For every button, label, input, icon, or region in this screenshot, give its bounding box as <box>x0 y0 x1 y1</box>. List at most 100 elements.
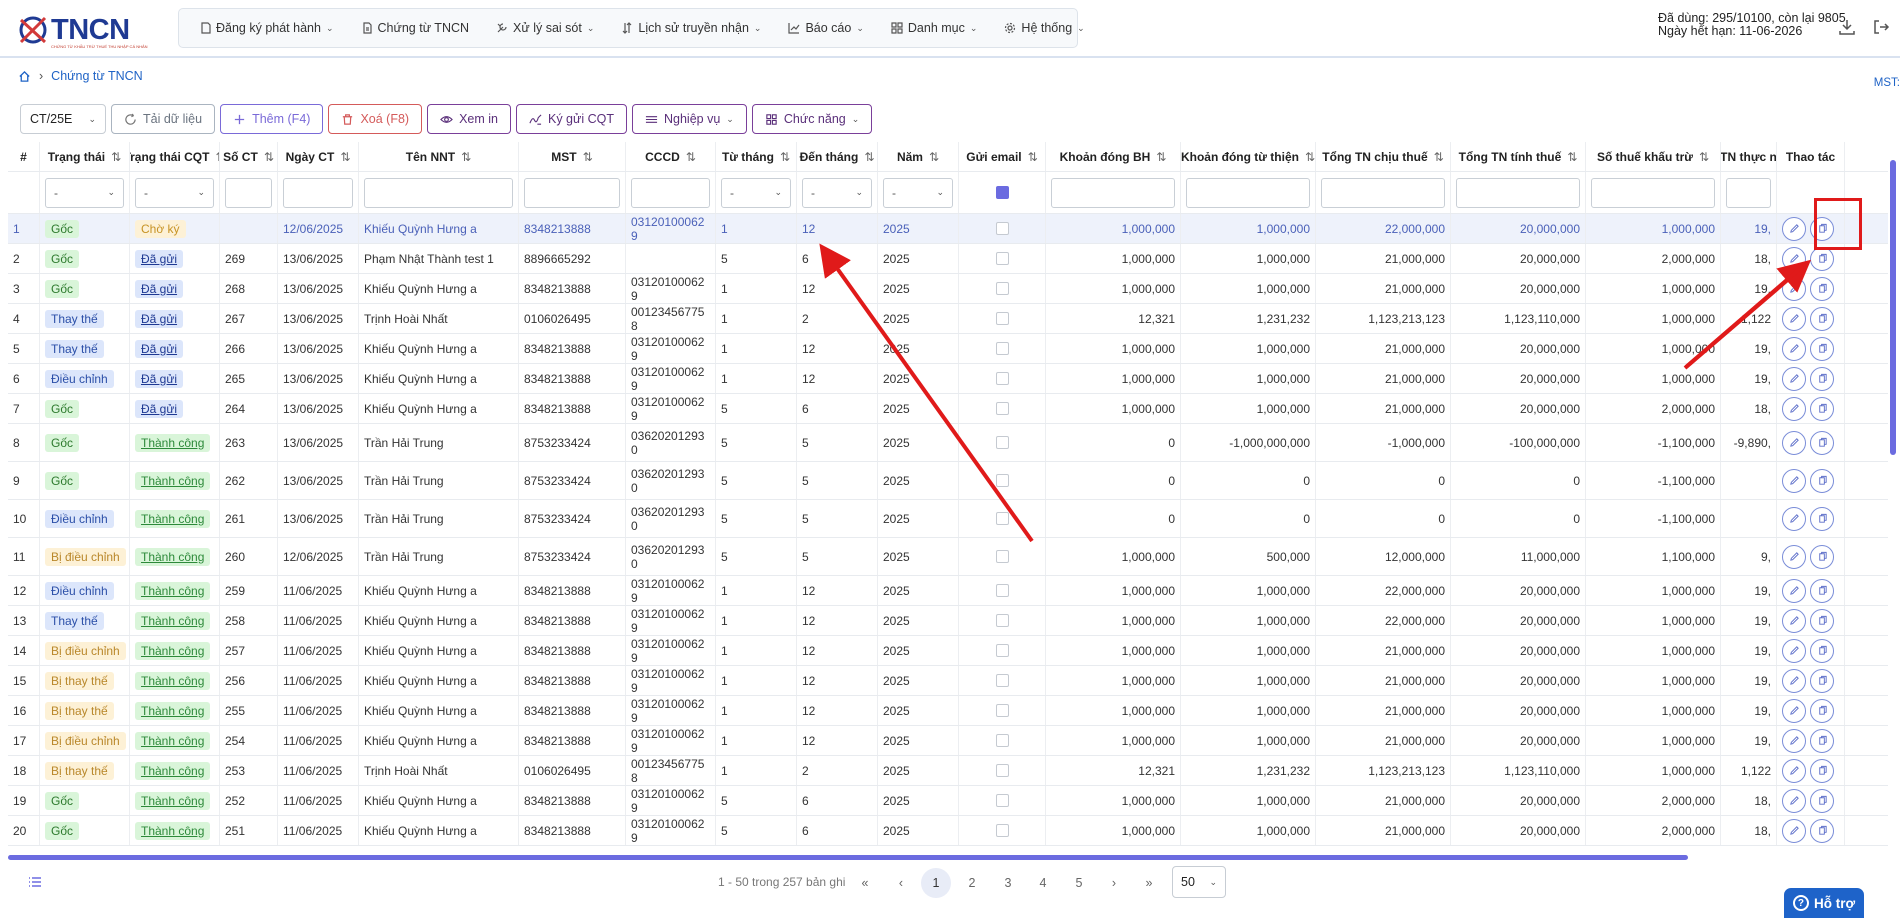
page-size-select[interactable]: 50 ⌄ <box>1172 866 1226 898</box>
copy-button[interactable] <box>1810 668 1834 693</box>
edit-button[interactable] <box>1782 698 1806 723</box>
edit-button[interactable] <box>1782 276 1806 301</box>
nav-item-1[interactable]: Chứng từ TNCN <box>361 21 469 35</box>
column-header[interactable]: # <box>8 142 40 171</box>
app-logo[interactable]: TNCN CHỨNG TỪ KHẤU TRỪ THUẾ THU NHẬP CÁ … <box>17 12 148 49</box>
row-email-checkbox[interactable] <box>995 550 1009 563</box>
table-row[interactable]: 14 Bị điều chỉnh Thành công 257 11/06/2025 Kh… <box>8 636 1888 666</box>
row-email-checkbox[interactable] <box>995 282 1009 295</box>
table-row[interactable]: 18 Bị thay thế Thành công 253 11/06/2025 Trịn… <box>8 756 1888 786</box>
row-email-checkbox[interactable] <box>995 372 1009 385</box>
copy-button[interactable] <box>1810 306 1834 331</box>
page-1-button[interactable]: 1 <box>921 868 951 898</box>
column-header[interactable]: TN thực n <box>1721 142 1777 171</box>
nav-item-6[interactable]: Hệ thống ⌄ <box>1004 21 1085 35</box>
sort-icon[interactable]: ⇅ <box>780 150 790 164</box>
page-4-button[interactable]: 4 <box>1028 868 1058 898</box>
print-preview-button[interactable]: Xem in <box>427 104 511 134</box>
functions-menu-button[interactable]: Chức năng ⌄ <box>751 104 873 134</box>
page-3-button[interactable]: 3 <box>993 868 1023 898</box>
table-row[interactable]: 8 Gốc Thành công 263 13/06/2025 Trần Hải Trun… <box>8 424 1888 462</box>
status-badge[interactable]: Thành công <box>135 671 211 690</box>
edit-button[interactable] <box>1782 306 1806 331</box>
copy-button[interactable] <box>1810 698 1834 723</box>
nav-item-5[interactable]: Danh mục ⌄ <box>891 21 977 35</box>
nav-item-0[interactable]: Đăng ký phát hành ⌄ <box>199 21 334 35</box>
table-row[interactable]: 11 Bị điều chỉnh Thành công 260 12/06/2025 Tr… <box>8 538 1888 576</box>
home-icon[interactable] <box>18 70 31 83</box>
filter-select[interactable]: - ⌄ <box>883 177 953 208</box>
status-badge[interactable]: Thành công <box>135 547 211 566</box>
copy-button[interactable] <box>1810 468 1834 493</box>
status-badge[interactable]: Thành công <box>135 581 211 600</box>
vertical-scrollbar[interactable] <box>1890 160 1896 455</box>
table-row[interactable]: 10 Điều chỉnh Thành công 261 13/06/2025 Trần … <box>8 500 1888 538</box>
column-header[interactable]: Trạng thái ⇅ <box>40 142 130 171</box>
table-row[interactable]: 17 Bị điều chỉnh Thành công 254 11/06/2025 Kh… <box>8 726 1888 756</box>
row-email-checkbox[interactable] <box>995 704 1009 717</box>
first-page-button[interactable]: « <box>850 868 880 898</box>
copy-button[interactable] <box>1810 608 1834 633</box>
table-row[interactable]: 16 Bị thay thế Thành công 255 11/06/2025 Khiế… <box>8 696 1888 726</box>
column-header[interactable]: Đến tháng ⇅ <box>797 142 878 171</box>
table-row[interactable]: 12 Điều chỉnh Thành công 259 11/06/2025 Khiếu… <box>8 576 1888 606</box>
nav-item-2[interactable]: Xử lý sai sót ⌄ <box>496 21 594 35</box>
edit-button[interactable] <box>1782 216 1806 241</box>
copy-button[interactable] <box>1810 818 1834 843</box>
filter-input[interactable] <box>283 177 353 208</box>
status-badge[interactable]: Thành công <box>135 641 211 660</box>
filter-input[interactable] <box>524 177 620 208</box>
nav-item-4[interactable]: Báo cáo ⌄ <box>788 21 864 35</box>
copy-button[interactable] <box>1810 506 1834 531</box>
prev-page-button[interactable]: ‹ <box>886 868 916 898</box>
edit-button[interactable] <box>1782 668 1806 693</box>
edit-button[interactable] <box>1782 758 1806 783</box>
horizontal-scrollbar[interactable] <box>8 855 1688 860</box>
status-badge[interactable]: Đã gửi <box>135 369 184 388</box>
copy-button[interactable] <box>1810 396 1834 421</box>
filter-row[interactable]: - ⌄ - ⌄ - ⌄ - ⌄ - ⌄ <box>8 172 1888 214</box>
sort-icon[interactable]: ⇅ <box>461 150 471 164</box>
copy-button[interactable] <box>1810 430 1834 455</box>
table-row[interactable]: 3 Gốc Đã gửi 268 13/06/2025 Khiếu Quỳnh Hưng … <box>8 274 1888 304</box>
list-icon[interactable] <box>28 875 42 889</box>
table-row[interactable]: 1 Gốc Chờ ký 12/06/2025 Khiếu Quỳnh Hưng a 83… <box>8 214 1888 244</box>
edit-button[interactable] <box>1782 544 1806 569</box>
table-row[interactable]: 9 Gốc Thành công 262 13/06/2025 Trần Hải Trun… <box>8 462 1888 500</box>
row-email-checkbox[interactable] <box>995 764 1009 777</box>
sort-icon[interactable]: ⇅ <box>1305 150 1315 164</box>
download-icon[interactable] <box>1838 18 1856 36</box>
row-email-checkbox[interactable] <box>995 674 1009 687</box>
column-header[interactable]: Năm ⇅ <box>878 142 959 171</box>
copy-button[interactable] <box>1810 544 1834 569</box>
table-row[interactable]: 6 Điều chỉnh Đã gửi 265 13/06/2025 Khiếu Quỳn… <box>8 364 1888 394</box>
sign-send-button[interactable]: Ký gửi CQT <box>515 104 627 134</box>
row-email-checkbox[interactable] <box>995 584 1009 597</box>
edit-button[interactable] <box>1782 608 1806 633</box>
series-select[interactable]: CT/25E ⌄ <box>20 104 106 134</box>
table-row[interactable]: 7 Gốc Đã gửi 264 13/06/2025 Khiếu Quỳnh Hưng … <box>8 394 1888 424</box>
column-header[interactable]: Tổng TN tính thuế ⇅ <box>1451 142 1586 171</box>
sort-icon[interactable]: ⇅ <box>686 150 696 164</box>
status-badge[interactable]: Thành công <box>135 433 211 452</box>
edit-button[interactable] <box>1782 246 1806 271</box>
edit-button[interactable] <box>1782 336 1806 361</box>
last-page-button[interactable]: » <box>1134 868 1164 898</box>
page-5-button[interactable]: 5 <box>1064 868 1094 898</box>
breadcrumb-current[interactable]: Chứng từ TNCN <box>51 69 143 83</box>
column-header[interactable]: Tên NNT ⇅ <box>359 142 519 171</box>
copy-button[interactable] <box>1810 758 1834 783</box>
table-row[interactable]: 13 Thay thế Thành công 258 11/06/2025 Khiếu Q… <box>8 606 1888 636</box>
edit-button[interactable] <box>1782 366 1806 391</box>
table-row[interactable]: 20 Gốc Thành công 251 11/06/2025 Khiếu Quỳnh … <box>8 816 1888 846</box>
filter-select[interactable]: - ⌄ <box>45 177 124 208</box>
row-email-checkbox[interactable] <box>995 312 1009 325</box>
row-email-checkbox[interactable] <box>995 252 1009 265</box>
delete-button[interactable]: Xoá (F8) <box>328 104 423 134</box>
edit-button[interactable] <box>1782 468 1806 493</box>
help-button[interactable]: ? Hỗ trợ <box>1784 888 1864 918</box>
edit-button[interactable] <box>1782 728 1806 753</box>
copy-button[interactable] <box>1810 366 1834 391</box>
edit-button[interactable] <box>1782 506 1806 531</box>
edit-button[interactable] <box>1782 430 1806 455</box>
